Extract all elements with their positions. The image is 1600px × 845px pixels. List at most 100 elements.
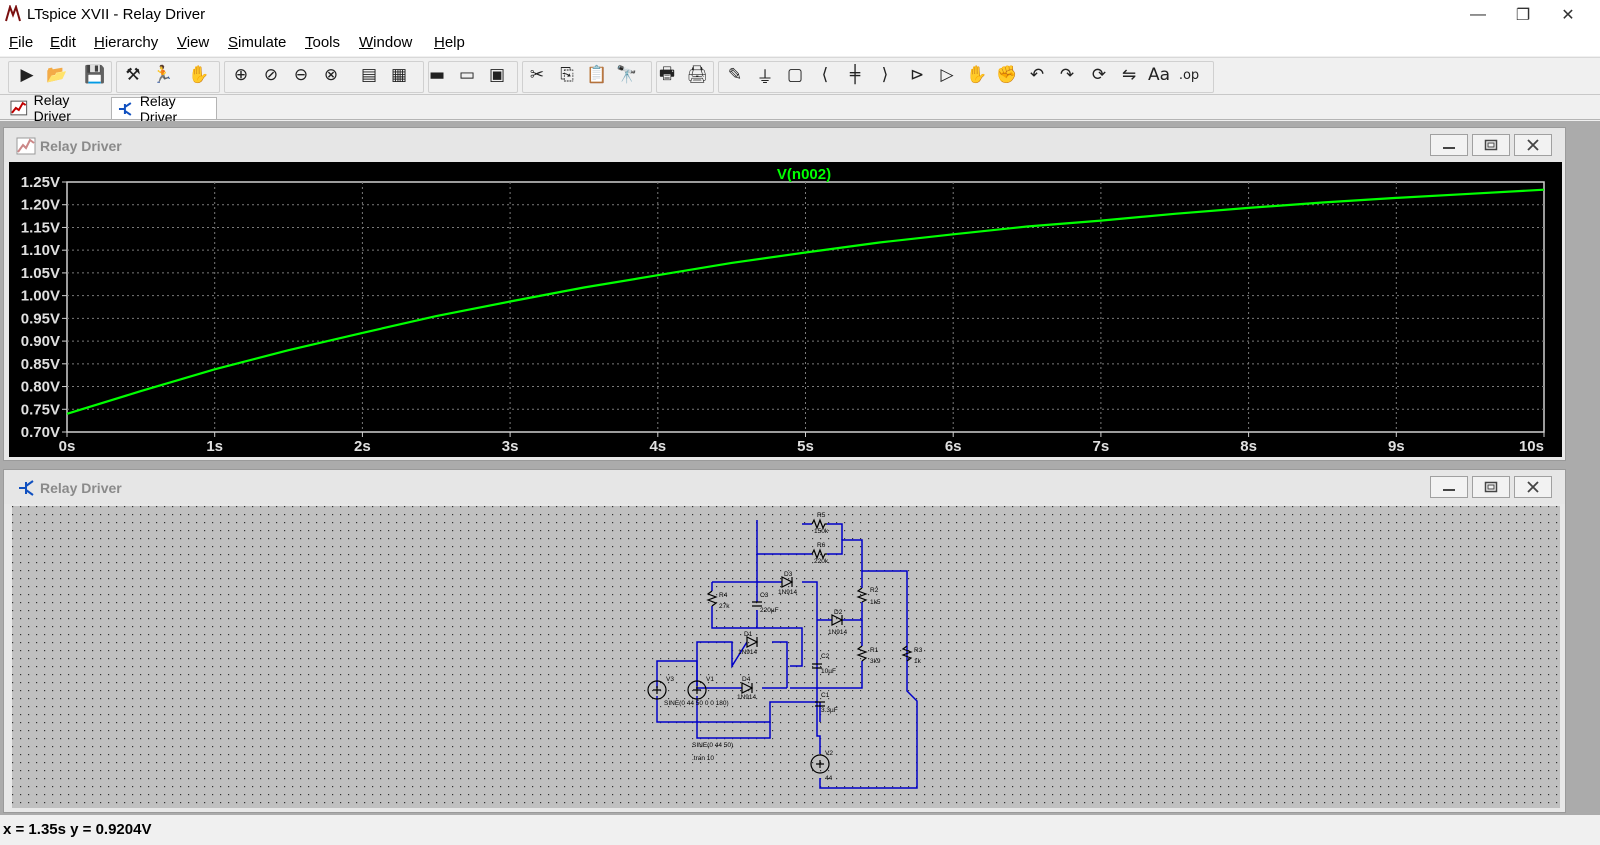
x-tick-label: 10s — [1519, 438, 1544, 455]
schematic-window-titlebar: Relay Driver — [4, 470, 1565, 504]
y-tick-label: 1.05V — [21, 265, 60, 282]
label-r6-value: 220k — [814, 558, 829, 565]
waveform-plot[interactable]: 0s 1s 2s 3s 4s 5s 6s 7s 8s 9s 10s 1.25V 1.20V 1.15V 1.… — [9, 162, 1562, 457]
x-tick-label: 8s — [1240, 438, 1257, 455]
menu-tools[interactable]: Tools — [305, 34, 340, 51]
run-icon[interactable]: ▶ — [14, 62, 40, 88]
label-net-icon[interactable]: ▢ — [782, 62, 808, 88]
tab-label: Relay Driver — [139, 92, 178, 125]
label-c2: C2 — [821, 653, 830, 660]
label-d1: D1 — [744, 631, 753, 638]
label-d1-value: 1N914 — [738, 649, 758, 656]
label-c2-value: 10µF — [821, 668, 836, 675]
minimize-icon — [1443, 489, 1455, 491]
resistor-icon[interactable]: ⟨ — [812, 62, 838, 88]
restore-button[interactable]: ❐ — [1500, 0, 1546, 30]
child-close-button[interactable] — [1514, 134, 1552, 156]
menu-simulate[interactable]: Simulate — [228, 34, 286, 51]
close-button[interactable]: ✕ — [1545, 0, 1591, 30]
cut-icon[interactable]: ✂ — [524, 62, 550, 88]
spice-directive-icon[interactable]: .op — [1176, 62, 1202, 88]
autorange-icon[interactable]: ▤ — [356, 62, 382, 88]
drag-icon[interactable]: ✊ — [994, 62, 1020, 88]
waveform-icon — [16, 137, 36, 155]
mirror-icon[interactable]: ⇋ — [1116, 62, 1142, 88]
undo-icon[interactable]: ↶ — [1024, 62, 1050, 88]
zoom-out-icon[interactable]: ⊖ — [288, 62, 314, 88]
tab-label: Relay Driver — [33, 92, 71, 124]
menu-edit[interactable]: Edit — [50, 34, 76, 51]
schematic-sheet — [12, 506, 1560, 808]
zoom-cancel-icon[interactable]: ⊗ — [318, 62, 344, 88]
x-tick-label: 2s — [354, 438, 371, 455]
find-icon[interactable]: 🔭 — [614, 62, 640, 88]
print-icon[interactable]: 🖨 — [684, 62, 710, 88]
label-r4: R4 — [719, 592, 728, 599]
label-r2-value: 1k5 — [870, 599, 881, 606]
label-d3: D3 — [784, 571, 793, 578]
x-tick-label: 7s — [1093, 438, 1110, 455]
text-icon[interactable]: Aa — [1146, 62, 1172, 88]
pan-icon[interactable]: ✋ — [186, 62, 212, 88]
cascade-icon[interactable]: ▣ — [484, 62, 510, 88]
child-close-button[interactable] — [1514, 476, 1552, 498]
child-minimize-button[interactable] — [1430, 476, 1468, 498]
mdi-area: Relay Driver 0s 1s 2s 3s 4s 5s 6s 7s 8s 9s 10s 1.25… — [0, 121, 1600, 815]
mark-unref-icon[interactable]: ▦ — [386, 62, 412, 88]
label-c1: C1 — [821, 692, 830, 699]
menu-bar: File Edit Hierarchy View Simulate Tools … — [0, 30, 1600, 56]
tab-schematic-relay-driver[interactable]: Relay Driver — [111, 93, 217, 125]
y-tick-label: 0.75V — [21, 401, 60, 418]
label-c3-value: 220µF — [760, 607, 779, 614]
label-r1-value: 3k9 — [870, 658, 881, 665]
label-r4-value: 27k — [719, 603, 730, 610]
cursor-readout: x = 1.35s y = 0.9204V — [3, 821, 152, 838]
label-tran-directive: .tran 10 — [692, 755, 714, 762]
window-title: LTspice XVII - Relay Driver — [27, 6, 206, 23]
menu-hierarchy[interactable]: Hierarchy — [94, 34, 158, 51]
copy-icon[interactable]: ⎘ — [554, 62, 580, 88]
menu-view[interactable]: View — [177, 34, 209, 51]
move-icon[interactable]: ✋ — [964, 62, 990, 88]
child-maximize-button[interactable] — [1472, 134, 1510, 156]
y-tick-label: 1.00V — [21, 288, 60, 305]
close-icon — [1527, 481, 1539, 493]
menu-window[interactable]: Window — [359, 34, 412, 51]
menu-file[interactable]: File — [9, 34, 33, 51]
tile-horizontal-icon[interactable]: ▬ — [424, 62, 450, 88]
y-tick-label: 1.10V — [21, 242, 60, 259]
print-setup-icon[interactable]: 🖶 — [654, 62, 680, 88]
draw-wire-icon[interactable]: ✎ — [722, 62, 748, 88]
tab-waveform-relay-driver[interactable]: Relay Driver — [6, 92, 109, 124]
control-panel-icon[interactable]: ⚒ — [120, 62, 146, 88]
label-r5-value: 150k — [814, 528, 829, 535]
zoom-in-icon[interactable]: ⊕ — [228, 62, 254, 88]
chart-title[interactable]: V(n002) — [777, 166, 831, 183]
component-icon[interactable]: ▷ — [934, 62, 960, 88]
waveform-window-titlebar: Relay Driver — [4, 128, 1565, 162]
capacitor-icon[interactable]: ╪ — [842, 62, 868, 88]
label-v3-value: SINE(0 44 50 0 0 180) — [664, 700, 729, 707]
halt-icon[interactable]: 🏃 — [150, 62, 176, 88]
redo-icon[interactable]: ↷ — [1054, 62, 1080, 88]
diode-icon[interactable]: ⊳ — [904, 62, 930, 88]
minimize-button[interactable]: — — [1455, 0, 1501, 30]
schematic-icon — [118, 101, 132, 116]
inductor-icon[interactable]: ⟩ — [872, 62, 898, 88]
label-v2-value: 44 — [825, 775, 833, 782]
tile-vertical-icon[interactable]: ▭ — [454, 62, 480, 88]
child-minimize-button[interactable] — [1430, 134, 1468, 156]
ground-icon[interactable]: ⏚ — [752, 62, 778, 88]
menu-help[interactable]: Help — [434, 34, 465, 51]
open-icon[interactable]: 📂 — [44, 62, 70, 88]
label-c1-value: 3.3µF — [821, 707, 838, 714]
paste-icon[interactable]: 📋 — [584, 62, 610, 88]
schematic-canvas[interactable]: R5 150k R6 220k D3 1N914 R4 27k C3 220µF… — [12, 506, 1560, 808]
rotate-icon[interactable]: ⟳ — [1086, 62, 1112, 88]
y-tick-label: 0.90V — [21, 333, 60, 350]
save-icon[interactable]: 💾 — [82, 62, 108, 88]
child-maximize-button[interactable] — [1472, 476, 1510, 498]
close-icon — [1527, 139, 1539, 151]
maximize-icon — [1484, 139, 1498, 151]
zoom-full-icon[interactable]: ⊘ — [258, 62, 284, 88]
